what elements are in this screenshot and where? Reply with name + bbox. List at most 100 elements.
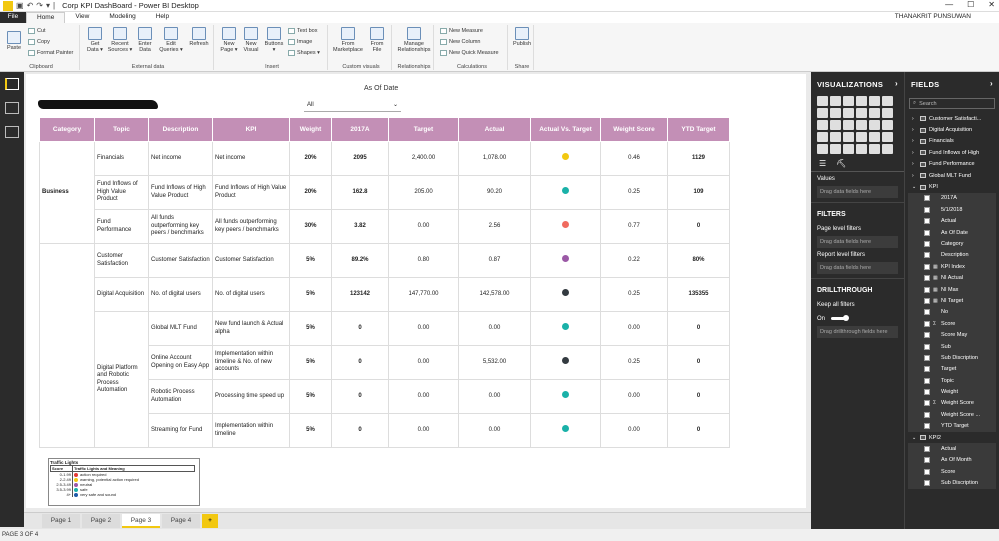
fields-well-icon[interactable]: ☰ [819,159,826,168]
close-button[interactable]: ✕ [988,0,995,9]
column-header[interactable]: Target [388,117,459,142]
checkbox[interactable] [924,480,930,487]
field-item[interactable]: Target [908,363,996,375]
undo-icon[interactable]: ↶ [27,1,34,10]
checkbox[interactable] [924,423,930,430]
visual-type-icon[interactable] [817,96,828,106]
buttons-button[interactable]: Buttons ▾ [262,27,286,54]
field-item[interactable]: Description [908,249,996,262]
cut-button[interactable]: Cut [28,28,46,34]
column-header[interactable]: Weight Score [600,117,668,142]
tab-page-2[interactable]: Page 2 [82,514,120,528]
field-table-item[interactable]: › Global MLT Fund [908,170,996,181]
checkbox[interactable] [924,286,930,293]
format-paint-roller-icon[interactable]: ⛏ [836,159,846,168]
image-button[interactable]: Image [288,39,312,45]
refresh-button[interactable]: Refresh [186,27,212,47]
redo-icon[interactable]: ↷ [36,1,43,10]
visual-type-icon[interactable] [856,96,867,106]
field-item[interactable]: Actual [908,215,996,227]
visual-type-icon[interactable] [882,132,893,142]
field-table-item[interactable]: › Customer Satisfacti... [908,113,996,124]
column-header[interactable]: YTD Target [667,117,730,142]
field-item[interactable]: Topic [908,374,996,387]
field-item[interactable]: YTD Target [908,420,996,432]
enter-data-button[interactable]: Enter Data [134,27,156,54]
minimize-button[interactable]: — [945,0,953,9]
file-menu[interactable]: File [0,12,26,23]
checkbox[interactable] [924,275,930,282]
maximize-button[interactable]: ☐ [967,0,974,9]
field-table-item[interactable]: › Fund Inflows of High [908,147,996,158]
checkbox[interactable] [924,377,930,384]
fields-search-input[interactable]: ⌕ Search [909,98,995,109]
field-table-item[interactable]: › Financials [908,136,996,147]
field-item[interactable]: Sub Discription [908,477,996,489]
chevron-right-icon[interactable]: › [990,79,993,88]
column-header[interactable]: KPI [212,117,290,142]
data-view-icon[interactable] [5,102,19,114]
field-item[interactable]: As Of Month [908,454,996,467]
visual-type-icon[interactable] [830,132,841,142]
tab-home[interactable]: Home [26,12,66,23]
column-header[interactable]: Weight [289,117,332,142]
tab-view[interactable]: View [65,12,99,23]
visual-type-icon[interactable] [869,144,880,154]
tab-page-4[interactable]: Page 4 [162,514,200,528]
visual-type-icon[interactable] [843,108,854,118]
visual-type-icon[interactable] [817,144,828,154]
field-table-item[interactable]: › Fund Performance [908,159,996,170]
column-header[interactable]: Actual Vs. Target [530,117,601,142]
field-table-item[interactable]: › Digital Acquisition [908,124,996,135]
tab-page-1[interactable]: Page 1 [42,514,80,528]
edit-queries-button[interactable]: Edit Queries ▾ [158,27,184,54]
field-item[interactable]: Sub Discription [908,352,996,364]
format-painter-button[interactable]: Format Painter [28,50,73,56]
column-header[interactable]: Category [39,117,95,142]
save-icon[interactable]: ▣ [16,1,24,10]
text-box-button[interactable]: Text box [288,28,317,34]
new-column-button[interactable]: New Column [440,39,480,45]
field-item[interactable]: Score [908,466,996,478]
visual-type-icon[interactable] [882,108,893,118]
report-filters-drop-zone[interactable]: Drag data fields here [817,262,898,274]
visual-type-icon[interactable] [830,120,841,130]
checkbox[interactable] [924,320,930,327]
field-item[interactable]: 2017A [908,192,996,205]
field-item[interactable]: 5/1/2018 [908,204,996,216]
visual-type-icon[interactable] [830,108,841,118]
field-item[interactable]: Σ Weight Score [908,397,996,410]
new-measure-button[interactable]: New Measure [440,28,483,34]
visual-type-icon[interactable] [869,108,880,118]
shapes-button[interactable]: Shapes ▾ [288,50,320,56]
get-data-button[interactable]: Get Data ▾ [84,27,106,54]
checkbox[interactable] [924,354,930,361]
keep-filters-toggle[interactable]: On [811,312,904,326]
checkbox[interactable] [924,252,930,259]
field-item[interactable]: As Of Date [908,226,996,239]
new-page-button[interactable]: New Page ▾ [218,27,240,54]
checkbox[interactable] [924,195,930,202]
tab-page-3[interactable]: Page 3 [122,514,160,528]
column-header[interactable]: 2017A [331,117,389,142]
checkbox[interactable] [924,389,930,396]
visual-type-icon[interactable] [843,132,854,142]
visual-type-icon[interactable] [882,144,893,154]
checkbox[interactable] [924,400,930,407]
checkbox[interactable] [924,366,930,373]
manage-relationships-button[interactable]: Manage Relationships [396,27,432,54]
field-item[interactable]: Category [908,238,996,250]
visual-type-icon[interactable] [843,144,854,154]
field-item[interactable]: Σ Score [908,318,996,330]
visual-type-icon[interactable] [843,96,854,106]
add-page-button[interactable]: + [202,514,218,528]
from-marketplace-button[interactable]: From Marketplace [332,27,364,54]
checkbox[interactable] [924,446,930,453]
checkbox[interactable] [924,229,930,236]
field-item[interactable]: Weight Score ... [908,409,996,421]
visual-type-icon[interactable] [817,108,828,118]
checkbox[interactable] [924,343,930,350]
field-item[interactable]: ▦ KPI Index [908,261,996,273]
chevron-down-icon[interactable]: ⌄ [393,101,398,108]
tab-modeling[interactable]: Modeling [99,12,145,23]
